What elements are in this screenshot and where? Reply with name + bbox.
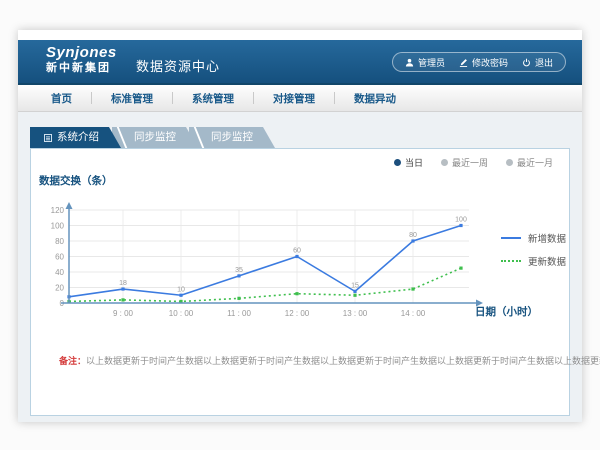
main-nav: 首页 标准管理 系统管理 对接管理 数据异动 [18, 85, 582, 112]
svg-text:11 : 00: 11 : 00 [227, 309, 251, 318]
radio-dot-icon [506, 159, 513, 166]
tab-label: 同步监控 [211, 127, 253, 148]
tab-label: 同步监控 [134, 127, 176, 148]
page-background: Synjones 新中新集团 数据资源中心 管理员 修改密码 [0, 0, 600, 450]
app-window: Synjones 新中新集团 数据资源中心 管理员 修改密码 [18, 30, 582, 422]
radio-label: 当日 [405, 156, 423, 169]
legend-label: 新增数据 [528, 231, 566, 245]
legend-line-dotted-icon [501, 260, 521, 262]
radio-last-month[interactable]: 最近一月 [506, 156, 553, 169]
document-icon [44, 134, 52, 142]
footnote-text: 以上数据更新于时间产生数据以上数据更新于时间产生数据以上数据更新于时间产生数据以… [86, 356, 600, 366]
radio-dot-icon [394, 159, 401, 166]
nav-item-interface-mgmt[interactable]: 对接管理 [254, 91, 334, 106]
nav-item-data-change[interactable]: 数据异动 [335, 91, 415, 106]
svg-text:18: 18 [119, 280, 127, 287]
svg-text:10: 10 [177, 286, 185, 293]
svg-text:60: 60 [55, 253, 64, 262]
svg-text:100: 100 [51, 222, 65, 231]
app-title: 数据资源中心 [136, 56, 220, 75]
legend-line-solid-icon [501, 237, 521, 239]
svg-text:13 : 00: 13 : 00 [343, 309, 368, 318]
svg-text:12 : 00: 12 : 00 [285, 309, 310, 318]
logout-button[interactable]: 退出 [522, 56, 553, 69]
app-header: Synjones 新中新集团 数据资源中心 管理员 修改密码 [18, 40, 582, 85]
line-chart: 9 : 00 10 : 00 11 : 00 12 : 00 13 : 00 14 : 0… [31, 191, 491, 331]
user-icon [405, 58, 414, 67]
svg-text:100: 100 [455, 217, 467, 224]
change-password-label: 修改密码 [472, 56, 508, 69]
svg-text:120: 120 [51, 206, 65, 215]
tab-bar: 系统介绍 同步监控 同步监控 [30, 127, 582, 148]
svg-text:80: 80 [409, 232, 417, 239]
legend-item-update-data[interactable]: 更新数据 [501, 254, 566, 268]
radio-today[interactable]: 当日 [394, 156, 423, 169]
logo-text-cn: 新中新集团 [46, 63, 117, 74]
logout-label: 退出 [535, 56, 553, 69]
svg-text:15: 15 [351, 282, 359, 289]
tab-label: 系统介绍 [57, 127, 99, 148]
chart-legend: 新增数据 更新数据 [501, 231, 566, 268]
tab-system-intro[interactable]: 系统介绍 [30, 127, 121, 148]
change-password-button[interactable]: 修改密码 [459, 56, 508, 69]
legend-label: 更新数据 [528, 254, 566, 268]
svg-text:40: 40 [55, 268, 64, 277]
tab-sync-monitor-2[interactable]: 同步监控 [189, 127, 275, 148]
footnote-prefix: 备注： [59, 356, 86, 366]
chart-panel: 当日 最近一周 最近一月 数据交换（条） 9 : 00 10 : 00 11 : 0… [30, 148, 570, 416]
power-icon [522, 58, 531, 67]
content-area: 系统介绍 同步监控 同步监控 当日 最近一周 [18, 112, 582, 422]
logo-text-en: Synjones [46, 45, 117, 60]
radio-label: 最近一月 [517, 156, 553, 169]
svg-text:14 : 00: 14 : 00 [401, 309, 426, 318]
brand-logo: Synjones 新中新集团 [46, 45, 117, 74]
x-axis-title: 日期（小时） [475, 304, 538, 319]
nav-item-system-mgmt[interactable]: 系统管理 [173, 91, 253, 106]
svg-text:60: 60 [293, 248, 301, 255]
svg-text:80: 80 [55, 237, 64, 246]
radio-dot-icon [441, 159, 448, 166]
user-menu: 管理员 修改密码 退出 [392, 52, 566, 72]
legend-item-new-data[interactable]: 新增数据 [501, 231, 566, 245]
admin-user-label: 管理员 [418, 56, 445, 69]
svg-text:20: 20 [55, 284, 64, 293]
range-filter-group: 当日 最近一周 最近一月 [394, 156, 553, 169]
radio-label: 最近一周 [452, 156, 488, 169]
admin-user-button[interactable]: 管理员 [405, 56, 445, 69]
svg-text:9 : 00: 9 : 00 [113, 309, 134, 318]
radio-last-week[interactable]: 最近一周 [441, 156, 488, 169]
svg-text:35: 35 [235, 267, 243, 274]
y-axis-title: 数据交换（条） [39, 173, 113, 188]
footnote: 备注：以上数据更新于时间产生数据以上数据更新于时间产生数据以上数据更新于时间产生… [59, 354, 600, 367]
edit-icon [459, 58, 468, 67]
tab-sync-monitor-1[interactable]: 同步监控 [112, 127, 198, 148]
svg-text:10 : 00: 10 : 00 [169, 309, 194, 318]
nav-item-home[interactable]: 首页 [32, 91, 91, 106]
nav-item-standard-mgmt[interactable]: 标准管理 [92, 91, 172, 106]
